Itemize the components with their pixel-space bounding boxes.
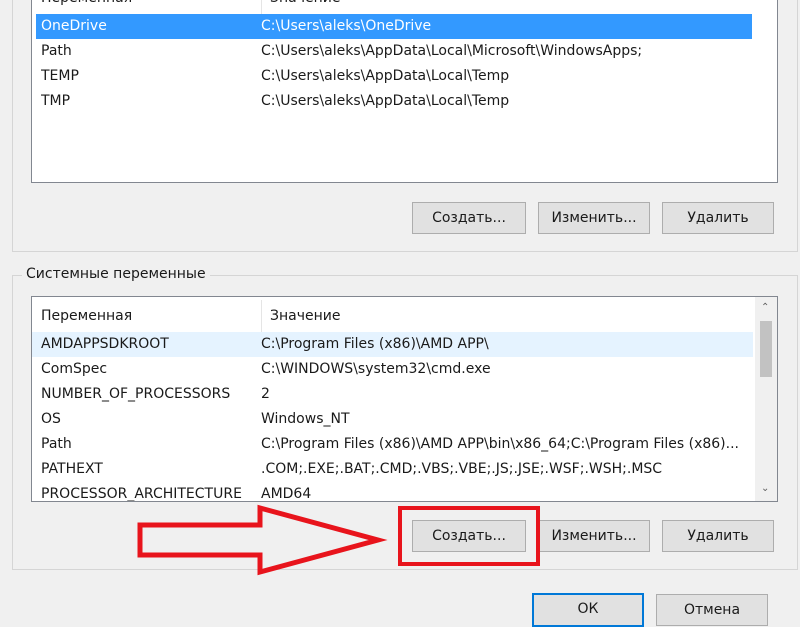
scroll-up-icon[interactable]: ⌃ — [761, 302, 769, 314]
variable-value: C:\Users\aleks\AppData\Local\Temp — [261, 68, 510, 84]
table-row[interactable]: Path C:\Users\aleks\AppData\Local\Micros… — [32, 39, 748, 64]
variable-name: OS — [41, 411, 61, 427]
variable-name: NUMBER_OF_PROCESSORS — [41, 386, 231, 402]
system-header-value[interactable]: Значение — [261, 300, 340, 332]
variable-value: C:\Users\aleks\AppData\Local\Microsoft\W… — [261, 43, 643, 59]
scroll-down-icon[interactable]: ⌄ — [761, 483, 769, 495]
table-row[interactable]: ComSpec C:\WINDOWS\system32\cmd.exe — [32, 357, 753, 382]
table-row[interactable]: AMDAPPSDKROOT C:\Program Files (x86)\AMD… — [32, 332, 753, 357]
table-row[interactable]: OS Windows_NT — [32, 407, 753, 432]
variable-name: TMP — [41, 93, 71, 109]
variable-value: 2 — [261, 386, 270, 402]
variable-value: Windows_NT — [261, 411, 350, 427]
system-variables-title: Системные переменные — [22, 266, 210, 282]
table-row[interactable]: Path C:\Program Files (x86)\AMD APP\bin\… — [32, 432, 753, 457]
variable-value: C:\Users\aleks\AppData\Local\Temp — [261, 93, 510, 109]
system-delete-button[interactable]: Удалить — [662, 520, 774, 552]
user-header-variable[interactable]: Переменная — [41, 0, 251, 14]
variable-name: AMDAPPSDKROOT — [41, 336, 169, 352]
variable-name: ComSpec — [41, 361, 108, 377]
variable-value: C:\Program Files (x86)\AMD APP\ — [261, 336, 489, 352]
table-row[interactable]: TMP C:\Users\aleks\AppData\Local\Temp — [32, 89, 748, 114]
variable-value: C:\WINDOWS\system32\cmd.exe — [261, 361, 491, 377]
cancel-button[interactable]: Отмена — [656, 594, 768, 626]
variable-name: Path — [41, 436, 72, 452]
system-list-scrollbar[interactable]: ⌃ ⌄ — [755, 297, 777, 501]
variable-value: .COM;.EXE;.BAT;.CMD;.VBS;.VBE;.JS;.JSE;.… — [261, 461, 663, 477]
system-edit-button[interactable]: Изменить... — [538, 520, 650, 552]
variable-name: Path — [41, 43, 72, 59]
arrow-annotation — [137, 504, 388, 576]
highlight-box — [398, 506, 540, 566]
scrollbar-thumb[interactable] — [760, 321, 772, 377]
variable-name: PATHEXT — [41, 461, 103, 477]
ok-button[interactable]: ОК — [532, 593, 644, 627]
table-row[interactable]: TEMP C:\Users\aleks\AppData\Local\Temp — [32, 64, 748, 89]
variable-name: PROCESSOR_ARCHITECTURE — [41, 486, 242, 502]
user-variables-list[interactable]: Переменная Значение OneDrive C:\Users\al… — [31, 0, 778, 183]
user-header-value[interactable]: Значение — [261, 0, 340, 14]
variable-name: OneDrive — [41, 18, 107, 34]
variable-value: AMD64 — [261, 486, 312, 502]
table-row[interactable]: OneDrive C:\Users\aleks\OneDrive — [36, 14, 752, 39]
variable-value: C:\Users\aleks\OneDrive — [261, 18, 432, 34]
variable-value: C:\Program Files (x86)\AMD APP\bin\x86_6… — [261, 436, 739, 452]
table-row[interactable]: PATHEXT .COM;.EXE;.BAT;.CMD;.VBS;.VBE;.J… — [32, 457, 753, 482]
user-create-button[interactable]: Создать... — [412, 202, 526, 234]
system-variables-list[interactable]: Переменная Значение AMDAPPSDKROOT C:\Pro… — [31, 296, 778, 502]
system-header-variable[interactable]: Переменная — [41, 300, 251, 332]
user-edit-button[interactable]: Изменить... — [538, 202, 650, 234]
user-delete-button[interactable]: Удалить — [662, 202, 774, 234]
table-row[interactable]: PROCESSOR_ARCHITECTURE AMD64 — [32, 482, 753, 502]
table-row[interactable]: NUMBER_OF_PROCESSORS 2 — [32, 382, 753, 407]
variable-name: TEMP — [41, 68, 79, 84]
